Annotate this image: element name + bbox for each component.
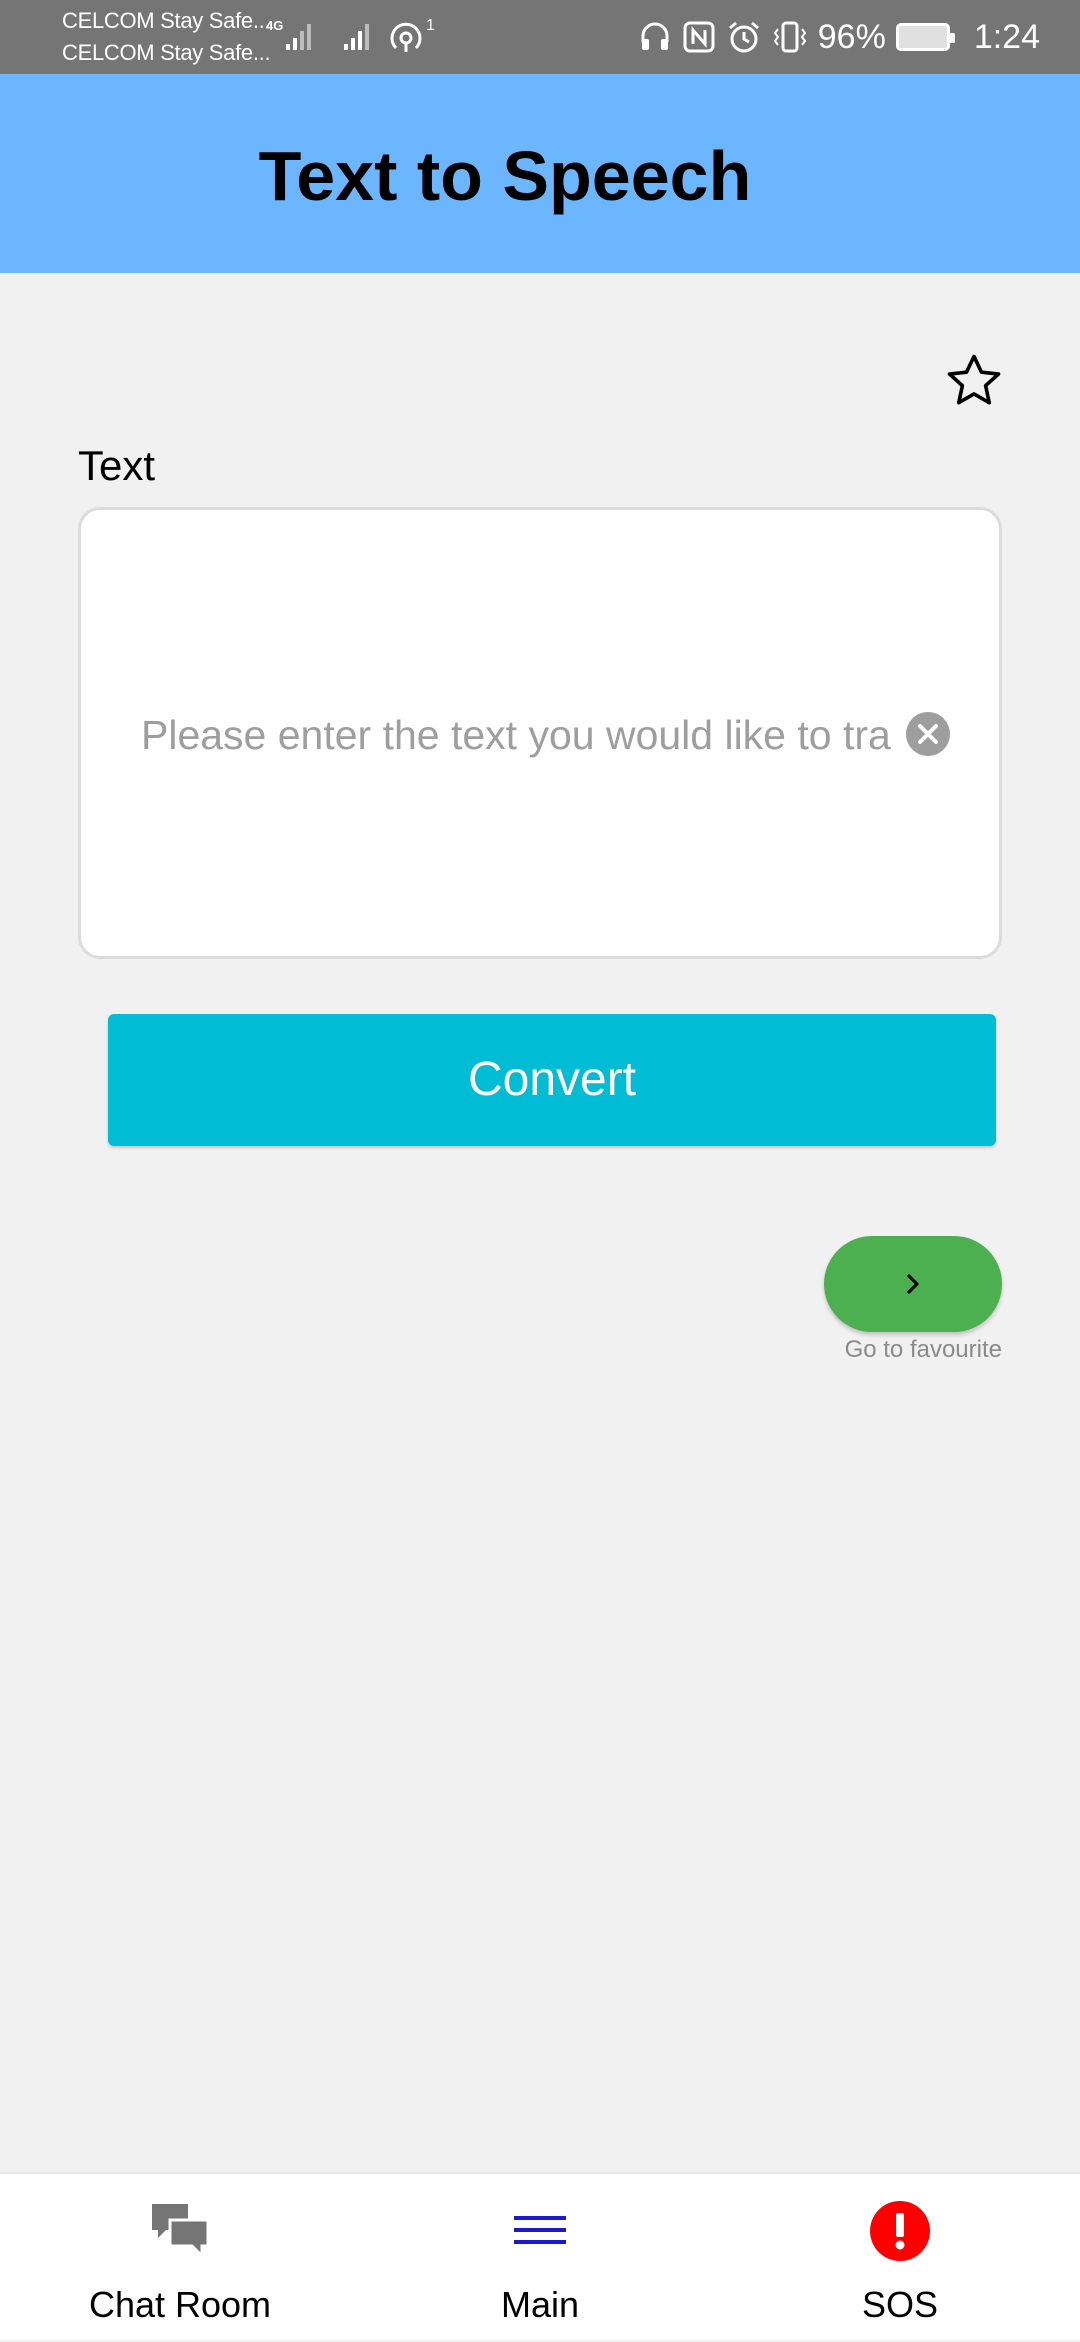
carrier-name-1: CELCOM Stay Safe...	[62, 8, 271, 33]
chevron-right-icon	[907, 1274, 919, 1294]
nav-item-chat-room[interactable]: Chat Room	[0, 2174, 360, 2342]
star-outline-icon[interactable]	[943, 350, 1005, 412]
headset-icon	[641, 22, 669, 50]
nav-label-main: Main	[500, 2284, 580, 2325]
convert-button[interactable]: Convert	[108, 1014, 996, 1146]
clock: 1:24	[973, 17, 1040, 56]
nav-item-main[interactable]: Main	[360, 2174, 720, 2342]
vibrate-icon	[773, 21, 806, 53]
go-to-favourite-button[interactable]	[824, 1236, 1002, 1332]
text-input-box	[78, 507, 1002, 959]
network-type-label: 4G	[266, 18, 283, 33]
battery-percentage: 96%	[817, 17, 886, 56]
status-bar: CELCOM Stay Safe... CELCOM Stay Safe... …	[0, 0, 1080, 74]
mobile-signal-icon-1: 4G	[266, 18, 311, 50]
mobile-signal-icon-2	[344, 24, 369, 50]
menu-icon	[514, 2216, 566, 2244]
hotspot-count: 1	[426, 17, 435, 34]
text-field-label: Text	[78, 442, 156, 489]
alarm-icon	[728, 21, 759, 53]
go-to-favourite-caption: Go to favourite	[844, 1336, 1002, 1363]
nav-item-sos[interactable]: SOS	[720, 2174, 1080, 2342]
app-header: Text to Speech	[0, 74, 1080, 273]
battery-icon	[895, 23, 955, 51]
nfc-icon	[683, 21, 715, 53]
carrier-name-2: CELCOM Stay Safe...	[62, 40, 271, 65]
bottom-navigation: Chat Room Main SOS	[0, 2172, 1080, 2340]
hotspot-icon: 1	[390, 17, 435, 52]
nav-label-chat-room: Chat Room	[88, 2284, 272, 2325]
alert-icon	[870, 2201, 930, 2261]
text-input[interactable]	[141, 706, 901, 764]
clear-icon[interactable]	[906, 712, 950, 756]
page-title: Text to Speech	[258, 137, 752, 215]
status-icons: 96% 1:24	[638, 12, 1040, 62]
nav-label-sos: SOS	[861, 2284, 939, 2325]
chat-bubbles-icon	[152, 2204, 210, 2260]
